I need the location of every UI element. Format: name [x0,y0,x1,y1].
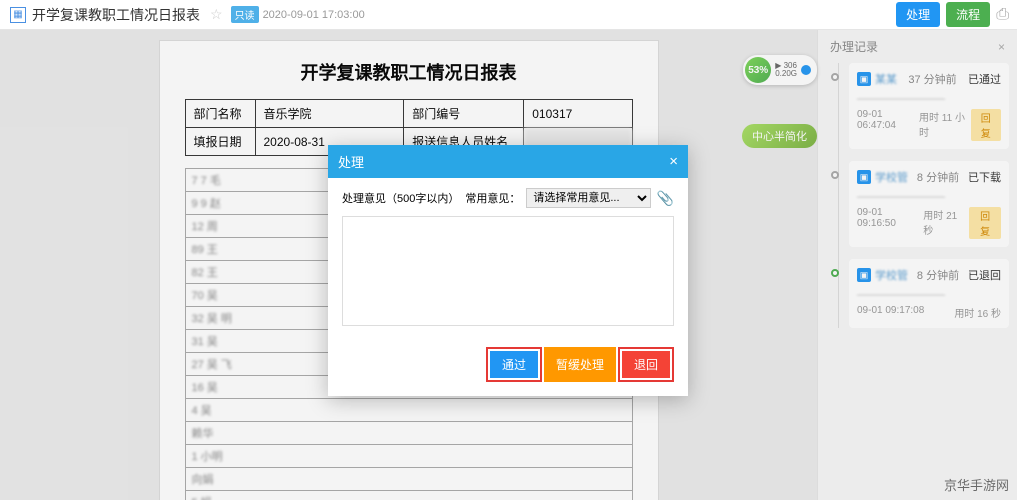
process-button[interactable]: 处理 [896,2,940,27]
attachment-icon[interactable]: 📎 [657,190,674,207]
process-modal: 处理 × 处理意见（500字以内） 常用意见： 请选择常用意见... 📎 通过 … [328,145,688,396]
hold-button[interactable]: 暂缓处理 [544,347,616,382]
doc-icon: ▦ [10,7,26,23]
pass-button[interactable]: 通过 [490,351,538,378]
star-icon[interactable]: ☆ [210,6,223,23]
opinion-textarea[interactable] [342,216,674,326]
common-opinion-select[interactable]: 请选择常用意见... [526,188,650,208]
back-button[interactable]: 退回 [622,351,670,378]
page-title: 开学复课教职工情况日报表 [32,5,200,25]
opinion-label: 处理意见（500字以内） [342,190,459,206]
modal-close-icon[interactable]: × [669,153,678,170]
print-icon[interactable]: ⎙ [996,6,1009,24]
timestamp: 2020-09-01 17:03:00 [263,9,365,21]
highlight-box-back: 退回 [618,347,674,382]
readonly-badge: 只读 [231,6,259,23]
modal-title: 处理 [338,152,364,171]
highlight-box-pass: 通过 [486,347,542,382]
flow-button[interactable]: 流程 [946,2,990,27]
watermark: 京华手游网 [944,475,1009,494]
common-label: 常用意见： [465,190,520,206]
